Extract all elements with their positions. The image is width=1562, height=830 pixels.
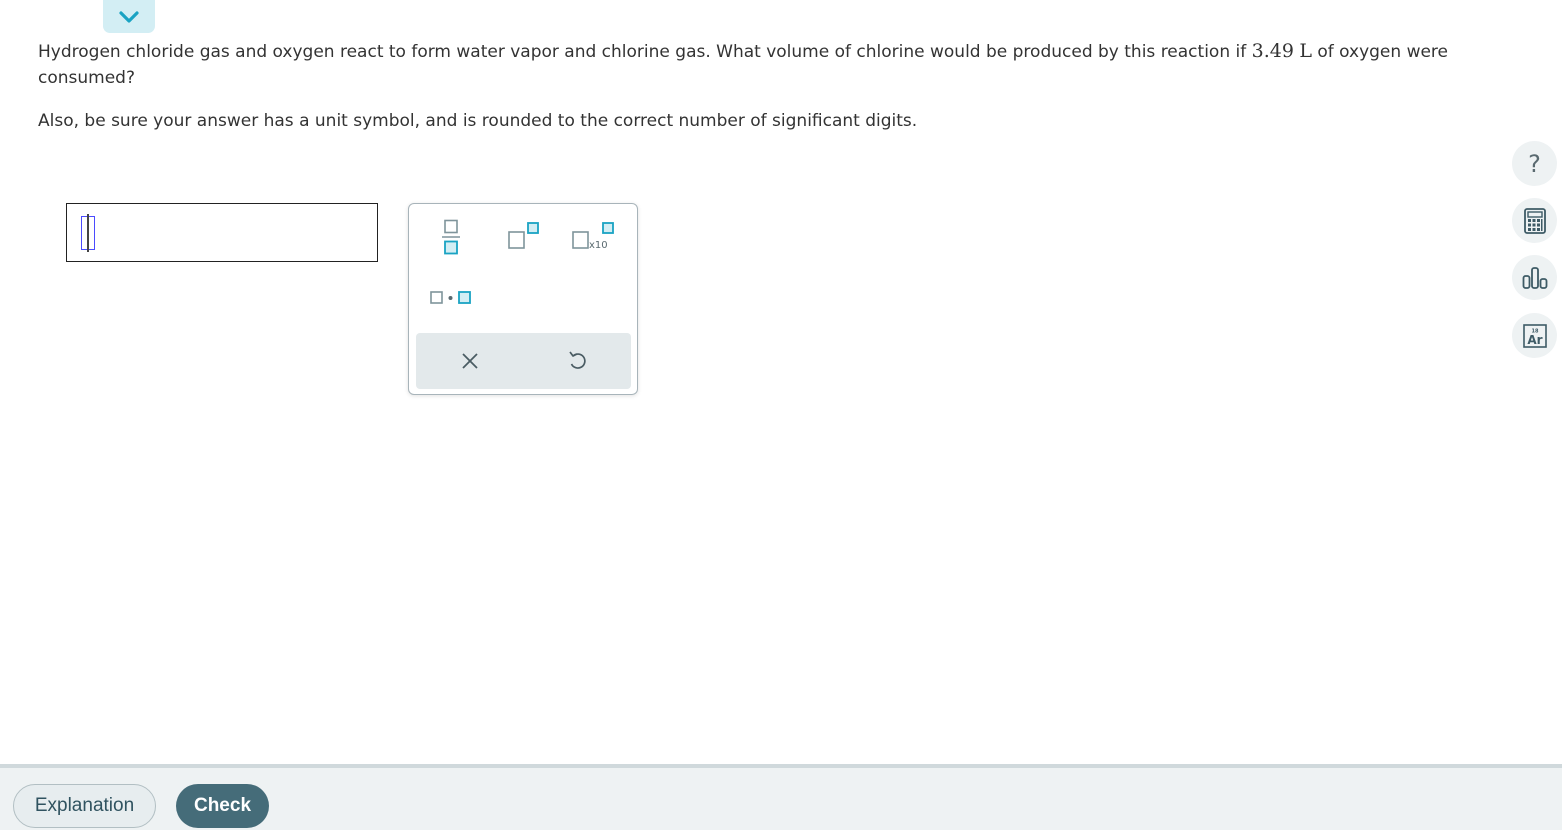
input-placeholder-box [81,214,95,252]
math-palette: x10 [408,203,638,395]
palette-actions [416,333,631,389]
check-button[interactable]: Check [176,784,269,828]
explanation-button[interactable]: Explanation [13,784,156,828]
calculator-button[interactable] [1512,198,1557,243]
close-icon [461,353,478,369]
dot-product-icon [430,291,471,304]
x10-icon: x10 [572,222,614,251]
fraction-button[interactable] [421,212,481,262]
clear-button[interactable] [416,333,523,389]
question-text: Hydrogen chloride gas and oxygen react t… [38,38,1458,91]
element-symbol: Ar [1527,333,1542,347]
superscript-icon [508,222,539,249]
quantity-value: 3.49 [1251,40,1294,62]
question-icon: ? [1528,149,1541,178]
undo-button[interactable] [523,333,630,389]
multiply-dot-button[interactable] [421,273,481,323]
x10-label: x10 [589,240,608,251]
superscript-button[interactable] [494,212,554,262]
footer-bar: Explanation Check [0,764,1562,830]
bar-chart-icon [1522,266,1547,289]
chevron-down-icon [119,10,139,23]
scientific-notation-button[interactable]: x10 [564,212,624,262]
help-button[interactable]: ? [1512,141,1557,186]
question-text-before: Hydrogen chloride gas and oxygen react t… [38,42,1252,62]
undo-icon [568,351,586,369]
quantity-unit: L [1299,40,1312,62]
fraction-icon [442,219,460,255]
calculator-icon [1523,207,1546,234]
periodic-table-icon: 18 Ar [1522,323,1547,348]
data-button[interactable] [1512,255,1557,300]
answer-input[interactable] [66,203,378,262]
collapse-toggle-button[interactable] [103,0,155,33]
text-cursor [87,214,89,252]
instruction-text: Also, be sure your answer has a unit sym… [38,111,918,131]
periodic-table-button[interactable]: 18 Ar [1512,313,1557,358]
